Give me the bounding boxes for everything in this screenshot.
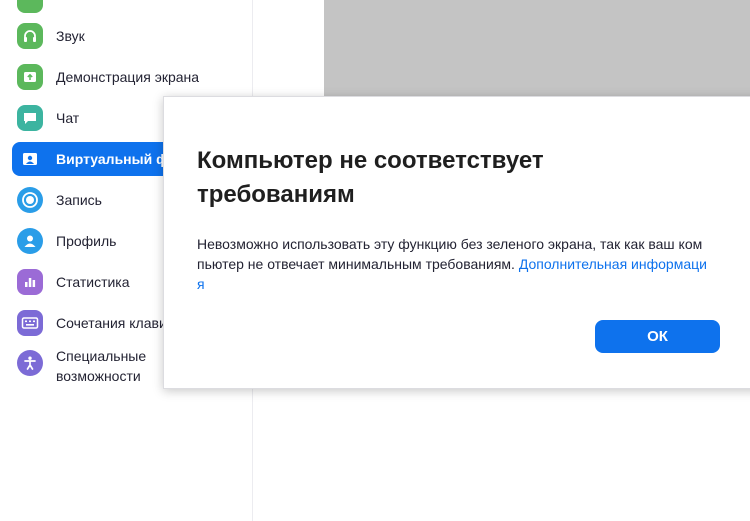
sidebar-item-label: Виртуальный ф — [56, 151, 169, 167]
sidebar-item-label: Статистика — [56, 274, 130, 290]
dialog-message: Невозможно использовать эту функцию без … — [197, 234, 707, 294]
video-icon — [17, 0, 43, 13]
chat-icon — [17, 105, 43, 131]
dialog-title: Компьютер не соответствует требованиям — [197, 147, 544, 208]
record-icon — [17, 187, 43, 213]
sidebar-item-label: Чат — [56, 110, 80, 126]
sidebar-item-label: Запись — [56, 192, 102, 208]
sidebar-item-label: Звук — [56, 28, 85, 44]
accessibility-icon — [17, 350, 43, 376]
ok-button[interactable]: ОК — [595, 320, 720, 353]
sidebar-item-label: Демонстрация экрана — [56, 69, 200, 85]
profile-icon — [17, 228, 43, 254]
virtual-background-icon — [17, 146, 43, 172]
sidebar-item-screen-share[interactable]: Демонстрация экрана — [12, 60, 238, 94]
keyboard-icon — [17, 310, 43, 336]
video-preview — [324, 0, 750, 96]
sidebar-item-label: Сочетания клави — [56, 315, 167, 331]
sidebar-item-label: Профиль — [56, 233, 117, 249]
requirements-dialog: Компьютер не соответствует требованиям Н… — [163, 96, 750, 389]
headphones-icon — [17, 23, 43, 49]
sidebar-item-sound[interactable]: Звук — [12, 19, 238, 53]
sidebar-item-label: Специальные возможности — [56, 348, 147, 384]
sidebar-item-video[interactable] — [12, 0, 238, 17]
statistics-icon — [17, 269, 43, 295]
screen-share-icon — [17, 64, 43, 90]
